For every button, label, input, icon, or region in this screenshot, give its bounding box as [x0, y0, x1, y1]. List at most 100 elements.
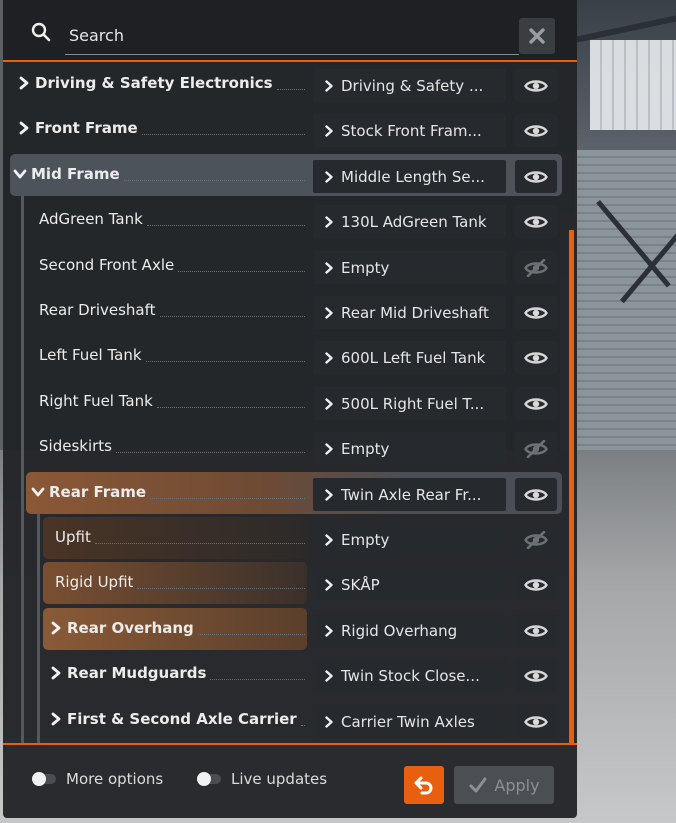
part-value: Twin Stock Close...: [341, 666, 480, 685]
chevron-right-icon: [325, 124, 333, 137]
leader-dots: [178, 271, 305, 272]
part-selector-button[interactable]: Twin Stock Close...: [313, 659, 506, 692]
part-selector-button[interactable]: Driving & Safety ...: [313, 69, 506, 102]
part-selector-button[interactable]: Empty: [313, 432, 506, 465]
visibility-toggle-button[interactable]: [515, 114, 557, 147]
undo-icon: [414, 776, 433, 795]
leader-dots: [94, 543, 305, 544]
leader-dots: [197, 634, 305, 635]
eye-icon: [524, 306, 548, 319]
row-label-group: Left Fuel Tank: [39, 335, 142, 375]
eye-icon: [524, 488, 548, 501]
visibility-toggle-button[interactable]: [515, 614, 557, 647]
part-selector-button[interactable]: 130L AdGreen Tank: [313, 205, 506, 238]
part-selector-button[interactable]: SKÅP: [313, 568, 506, 601]
row-label-group: Second Front Axle: [39, 245, 174, 285]
undo-button[interactable]: [404, 766, 444, 804]
chevron-down-icon: [13, 169, 27, 179]
chevron-right-icon: [325, 397, 333, 410]
eye-icon: [524, 79, 548, 92]
eye-icon: [524, 624, 548, 637]
part-selector-button[interactable]: Twin Axle Rear Fr...: [313, 478, 506, 511]
visibility-toggle-button[interactable]: [515, 341, 557, 374]
leader-dots: [123, 180, 305, 181]
eye-icon: [524, 351, 548, 364]
tree-row[interactable]: Rear Driveshaft Rear Mid Driveshaft: [3, 290, 577, 330]
leader-dots: [145, 361, 305, 362]
part-selector-button[interactable]: Rigid Overhang: [313, 614, 506, 647]
row-label: Driving & Safety Electronics: [35, 74, 273, 92]
visibility-toggle-button[interactable]: [515, 659, 557, 692]
leader-dots: [137, 588, 305, 589]
eye-icon: [524, 124, 548, 137]
row-label: Upfit: [55, 528, 91, 546]
part-configurator-panel: Driving & Safety Electronics Driving & Sa…: [3, 0, 577, 818]
chevron-right-icon: [325, 170, 333, 183]
chevron-right-icon: [325, 306, 333, 319]
tree-row[interactable]: Front Frame Stock Front Fram...: [3, 108, 577, 148]
chevron-right-icon: [325, 261, 333, 274]
tree-row[interactable]: Rear Frame Twin Axle Rear Fr...: [3, 472, 577, 514]
tree-row[interactable]: Rear Mudguards Twin Stock Close...: [3, 653, 577, 693]
part-selector-button[interactable]: 500L Right Fuel T...: [313, 387, 506, 420]
visibility-toggle-button[interactable]: [515, 160, 557, 193]
tree-row[interactable]: AdGreen Tank 130L AdGreen Tank: [3, 199, 577, 239]
row-label: Right Fuel Tank: [39, 392, 153, 410]
tree-row[interactable]: Rear Overhang Rigid Overhang: [3, 608, 577, 650]
visibility-toggle-button[interactable]: [515, 705, 557, 738]
visibility-toggle-button[interactable]: [515, 69, 557, 102]
tree-row[interactable]: Right Fuel Tank 500L Right Fuel T...: [3, 381, 577, 421]
chevron-right-icon: [325, 669, 333, 682]
more-options-toggle[interactable]: More options: [32, 770, 164, 788]
tree-row[interactable]: Upfit Empty: [3, 517, 577, 559]
part-selector-button[interactable]: Carrier Twin Axles: [313, 705, 506, 738]
visibility-toggle-button[interactable]: [515, 568, 557, 601]
part-value: Twin Axle Rear Fr...: [341, 485, 482, 504]
toggle-knob: [32, 772, 46, 786]
more-options-label: More options: [66, 770, 164, 788]
scrollbar[interactable]: [569, 230, 574, 744]
visibility-toggle-button[interactable]: [515, 296, 557, 329]
row-label: Second Front Axle: [39, 256, 175, 274]
part-selector-button[interactable]: Empty: [313, 251, 506, 284]
tree-row[interactable]: Rigid Upfit SKÅP: [3, 562, 577, 604]
tree-row[interactable]: Left Fuel Tank 600L Left Fuel Tank: [3, 335, 577, 375]
row-label-group: Front Frame: [17, 108, 138, 148]
chevron-right-icon: [325, 533, 333, 546]
tree-row[interactable]: First & Second Axle Carrier Carrier Twin …: [3, 699, 577, 739]
apply-button[interactable]: Apply: [454, 766, 554, 804]
row-label: Front Frame: [35, 119, 138, 137]
visibility-toggle-button[interactable]: [515, 387, 557, 420]
visibility-toggle-button[interactable]: [515, 478, 557, 511]
tree-row[interactable]: Driving & Safety Electronics Driving & Sa…: [3, 63, 577, 103]
tree-row[interactable]: Second Front Axle Empty: [3, 245, 577, 285]
tree-row[interactable]: Mid Frame Middle Length Se...: [3, 154, 577, 196]
part-value: Rigid Overhang: [341, 621, 458, 640]
visibility-toggle-button[interactable]: [515, 523, 557, 556]
part-selector-button[interactable]: Stock Front Fram...: [313, 114, 506, 147]
search-input[interactable]: [65, 16, 519, 55]
part-selector-button[interactable]: 600L Left Fuel Tank: [313, 341, 506, 374]
tree-row[interactable]: Sideskirts Empty: [3, 426, 577, 466]
row-label-group: Right Fuel Tank: [39, 381, 153, 421]
row-label-group: Upfit: [55, 517, 91, 557]
chevron-right-icon: [19, 121, 29, 135]
visibility-toggle-button[interactable]: [515, 251, 557, 284]
row-label: Left Fuel Tank: [39, 346, 142, 364]
part-selector-button[interactable]: Empty: [313, 523, 506, 556]
parts-tree-list: Driving & Safety Electronics Driving & Sa…: [3, 62, 577, 744]
visibility-toggle-button[interactable]: [515, 205, 557, 238]
search-icon: [31, 22, 51, 42]
live-updates-toggle[interactable]: Live updates: [197, 770, 328, 788]
garage-window: [590, 40, 676, 130]
part-value: Empty: [341, 258, 390, 277]
part-value: Empty: [341, 530, 390, 549]
row-label-group: Rear Overhang: [49, 608, 194, 648]
visibility-toggle-button[interactable]: [515, 432, 557, 465]
leader-dots: [276, 89, 305, 90]
row-label-group: AdGreen Tank: [39, 199, 143, 239]
part-selector-button[interactable]: Middle Length Se...: [313, 160, 506, 193]
live-updates-label: Live updates: [231, 770, 328, 788]
part-selector-button[interactable]: Rear Mid Driveshaft: [313, 296, 506, 329]
clear-search-button[interactable]: [519, 18, 555, 54]
